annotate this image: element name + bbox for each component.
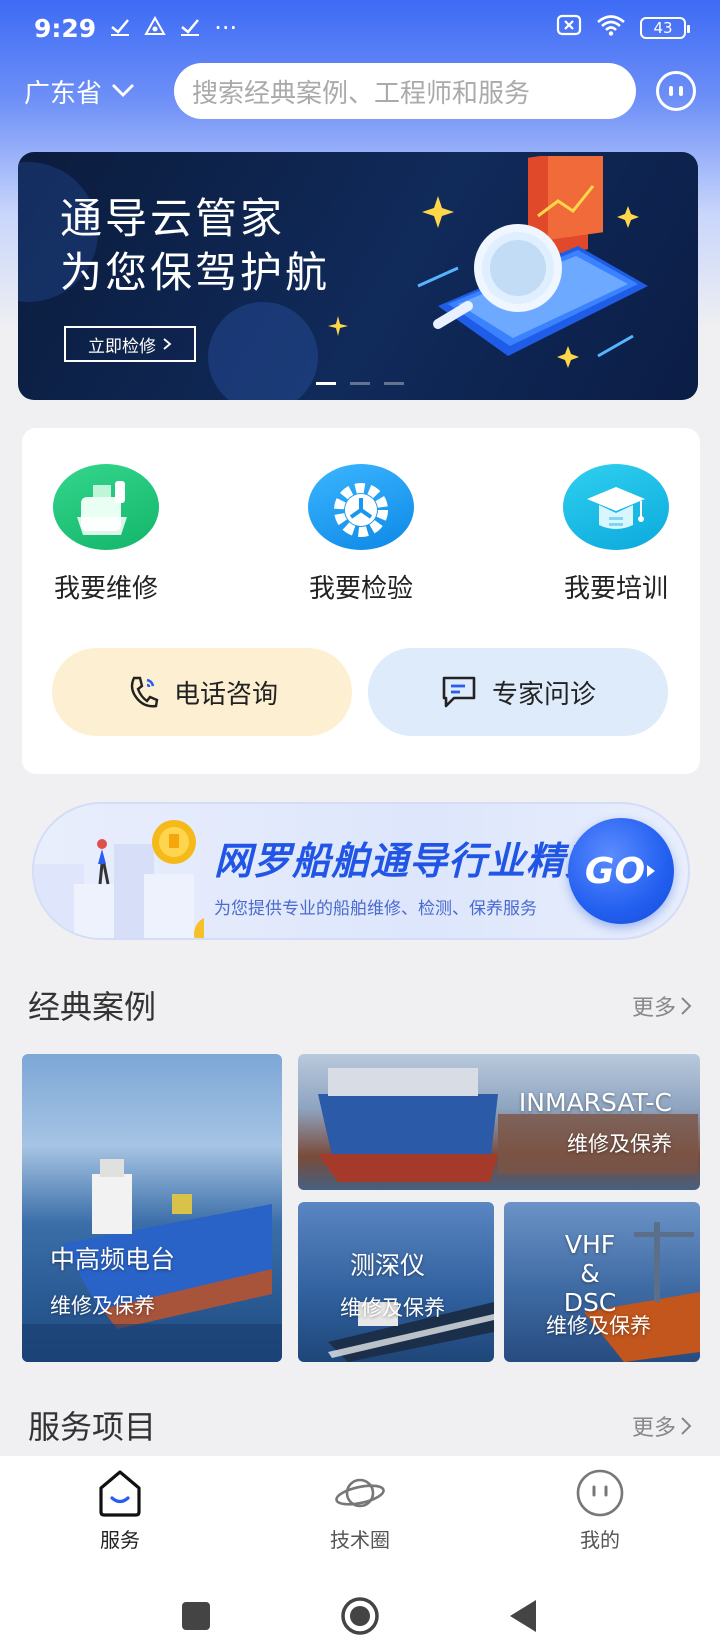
province-selector[interactable]: 广东省 bbox=[24, 73, 174, 110]
go-button[interactable]: GO bbox=[568, 818, 674, 924]
case-title: VHF & DSC bbox=[563, 1230, 617, 1317]
chevron-down-icon bbox=[110, 76, 136, 106]
planet-icon bbox=[335, 1478, 385, 1508]
case-subtitle: 维修及保养 bbox=[340, 1296, 445, 1320]
wifi-icon bbox=[596, 14, 626, 42]
phone-consult-button[interactable]: 电话咨询 bbox=[52, 648, 352, 736]
repair-label: 我要维修 bbox=[53, 574, 158, 604]
case-card-vhf-dsc[interactable]: VHF & DSC 维修及保养 bbox=[504, 1202, 700, 1362]
promo-subtitle: 为您提供专业的船舶维修、检测、保养服务 bbox=[214, 899, 537, 919]
home-icon bbox=[99, 1470, 141, 1517]
recent-apps-icon[interactable] bbox=[182, 1602, 210, 1630]
classic-cases-title: 经典案例 bbox=[28, 988, 157, 1026]
battery-indicator: 43 bbox=[640, 17, 690, 39]
banner-pagination bbox=[316, 382, 404, 385]
inspect-label: 我要检验 bbox=[308, 574, 413, 604]
case-subtitle: 维修及保养 bbox=[567, 1132, 672, 1156]
classic-cases-more-link[interactable]: 更多 bbox=[632, 990, 692, 1022]
training-action[interactable]: 我要培训 bbox=[546, 464, 686, 605]
chat-bubble-icon bbox=[442, 676, 476, 708]
case-title: 中高频电台 bbox=[50, 1245, 176, 1274]
robot-assistant-icon[interactable] bbox=[656, 71, 696, 111]
container-ship-image bbox=[328, 1302, 494, 1362]
expert-consult-label: 专家问诊 bbox=[491, 679, 596, 710]
chevron-right-icon bbox=[163, 338, 172, 350]
home-circle-icon[interactable] bbox=[340, 1596, 380, 1636]
gear-icon bbox=[308, 464, 414, 550]
stairs-coin-illustration bbox=[34, 820, 204, 938]
tanker-ship-image bbox=[318, 1068, 698, 1182]
case-title: INMARSAT-C bbox=[518, 1088, 672, 1117]
case-title: 测深仪 bbox=[350, 1251, 426, 1280]
check-icon bbox=[180, 14, 200, 42]
graduation-cap-icon bbox=[563, 464, 669, 550]
search-placeholder: 搜索经典案例、工程师和服务 bbox=[192, 78, 531, 109]
phone-consult-label: 电话咨询 bbox=[173, 679, 278, 710]
promo-banner[interactable]: 通导云管家 为您保驾护航 立即检修 bbox=[18, 152, 698, 400]
case-card-inmarsat[interactable]: INMARSAT-C 维修及保养 bbox=[298, 1054, 700, 1190]
service-items-title: 服务项目 bbox=[28, 1408, 157, 1446]
sparkle-icon bbox=[328, 316, 348, 336]
service-items-more-link[interactable]: 更多 bbox=[632, 1410, 692, 1442]
more-notifications-icon: ··· bbox=[214, 14, 238, 42]
province-label: 广东省 bbox=[24, 78, 103, 109]
play-arrow-icon bbox=[647, 865, 656, 877]
status-bar: 9:29 ··· 43 bbox=[0, 0, 720, 56]
back-icon[interactable] bbox=[508, 1598, 538, 1634]
case-subtitle: 维修及保养 bbox=[50, 1294, 155, 1318]
case-card-hf-radio[interactable]: 中高频电台 维修及保养 bbox=[22, 1054, 282, 1362]
warning-triangle-icon bbox=[144, 14, 166, 42]
training-label: 我要培训 bbox=[563, 574, 668, 604]
nav-label: 我的 bbox=[580, 1528, 620, 1552]
repair-action[interactable]: 我要维修 bbox=[36, 464, 176, 605]
search-input[interactable]: 搜索经典案例、工程师和服务 bbox=[174, 63, 636, 119]
nav-tab-service[interactable]: 服务 bbox=[0, 1456, 240, 1568]
bottom-nav: 服务 技术圈 我的 bbox=[0, 1456, 720, 1568]
nav-label: 技术圈 bbox=[330, 1528, 390, 1552]
nav-tab-mine[interactable]: 我的 bbox=[480, 1456, 720, 1568]
expert-consult-button[interactable]: 专家问诊 bbox=[368, 648, 668, 736]
case-card-echo-sounder[interactable]: 测深仪 维修及保养 bbox=[298, 1202, 494, 1362]
nav-tab-tech-circle[interactable]: 技术圈 bbox=[240, 1456, 480, 1568]
banner-repair-button[interactable]: 立即检修 bbox=[64, 326, 196, 362]
quick-actions-card: 我要维修 我要检验 我要培训 电话咨询 专家问诊 bbox=[22, 428, 700, 774]
check-icon bbox=[110, 14, 130, 42]
nav-label: 服务 bbox=[100, 1528, 140, 1552]
app-header: 广东省 搜索经典案例、工程师和服务 bbox=[0, 62, 720, 120]
banner-title: 通导云管家 为您保驾护航 bbox=[60, 194, 331, 297]
elite-promo-banner[interactable]: 网罗船舶通导行业精英 为您提供专业的船舶维修、检测、保养服务 GO bbox=[32, 802, 690, 940]
inspect-action[interactable]: 我要检验 bbox=[291, 464, 431, 605]
case-subtitle: 维修及保养 bbox=[546, 1314, 651, 1338]
magnifier-phone-illustration bbox=[417, 156, 648, 368]
status-time: 9:29 bbox=[34, 13, 97, 43]
ship-icon bbox=[53, 464, 159, 550]
no-sim-icon bbox=[556, 14, 582, 42]
face-icon bbox=[576, 1469, 624, 1517]
promo-title: 网罗船舶通导行业精英 bbox=[214, 839, 605, 883]
chevron-right-icon bbox=[681, 997, 692, 1015]
system-navigation-bar bbox=[0, 1568, 720, 1650]
chevron-right-icon bbox=[681, 1417, 692, 1435]
phone-icon bbox=[130, 676, 159, 708]
